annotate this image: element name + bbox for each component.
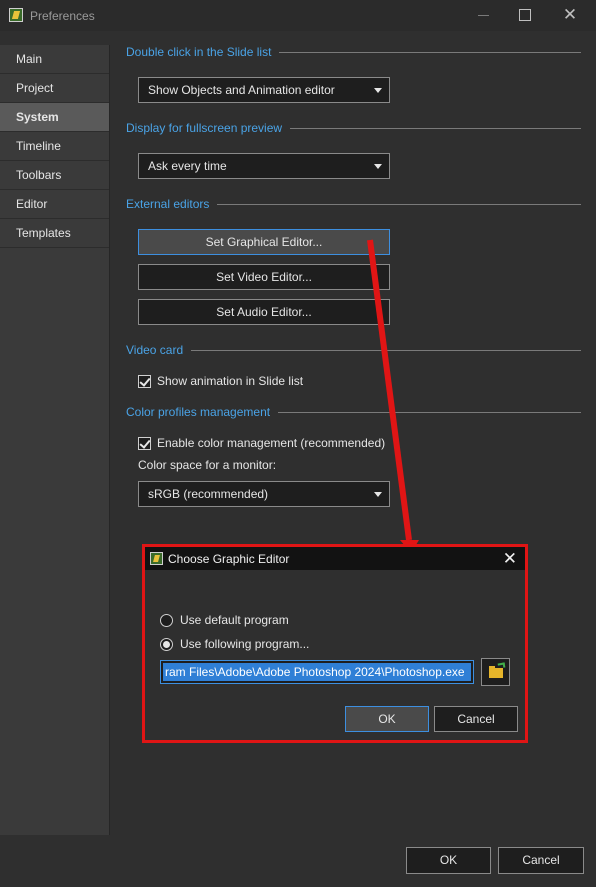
section-double-click: Double click in the Slide list xyxy=(126,45,581,59)
dialog-ok-button[interactable]: OK xyxy=(345,706,429,732)
divider xyxy=(279,51,581,53)
sidebar-item-timeline[interactable]: Timeline xyxy=(0,132,109,161)
section-header-double-click: Double click in the Slide list xyxy=(126,45,272,59)
section-fullscreen: Display for fullscreen preview xyxy=(126,121,581,135)
double-click-dropdown-value: Show Objects and Animation editor xyxy=(148,83,335,97)
enable-color-management-row[interactable]: Enable color management (recommended) xyxy=(138,436,385,450)
section-header-color-profiles: Color profiles management xyxy=(126,405,271,419)
use-default-program-label: Use default program xyxy=(180,613,289,627)
section-color-profiles: Color profiles management xyxy=(126,405,581,419)
choose-graphic-editor-dialog: Choose Graphic Editor ✕ Use default prog… xyxy=(142,544,528,743)
chevron-down-icon xyxy=(374,88,382,93)
sidebar-item-editor[interactable]: Editor xyxy=(0,190,109,219)
dialog-title: Choose Graphic Editor xyxy=(168,552,290,566)
use-following-program-option[interactable]: Use following program... xyxy=(160,637,309,651)
set-graphical-editor-button[interactable]: Set Graphical Editor... xyxy=(138,229,390,255)
title-bar: Preferences ✕ xyxy=(0,0,596,31)
use-default-program-option[interactable]: Use default program xyxy=(160,613,289,627)
window-title: Preferences xyxy=(30,9,95,23)
fullscreen-dropdown-value: Ask every time xyxy=(148,159,227,173)
chevron-down-icon xyxy=(374,164,382,169)
color-space-dropdown-value: sRGB (recommended) xyxy=(148,487,269,501)
close-icon[interactable]: ✕ xyxy=(558,4,582,26)
use-following-program-label: Use following program... xyxy=(180,637,310,651)
sidebar: Main Project System Timeline Toolbars Ed… xyxy=(0,45,110,835)
divider xyxy=(290,127,581,129)
divider xyxy=(278,411,581,413)
color-space-dropdown[interactable]: sRGB (recommended) xyxy=(138,481,390,507)
sidebar-item-templates[interactable]: Templates xyxy=(0,219,109,248)
app-icon xyxy=(9,8,23,22)
close-icon[interactable]: ✕ xyxy=(503,549,517,569)
chevron-down-icon xyxy=(374,492,382,497)
program-path-input[interactable]: ram Files\Adobe\Adobe Photoshop 2024\Pho… xyxy=(160,660,474,684)
use-default-program-radio[interactable] xyxy=(160,613,173,627)
fullscreen-dropdown[interactable]: Ask every time xyxy=(138,153,390,179)
enable-color-management-checkbox[interactable] xyxy=(138,436,151,450)
folder-icon-body xyxy=(489,668,503,678)
app-icon xyxy=(150,552,163,565)
sidebar-item-project[interactable]: Project xyxy=(0,74,109,103)
divider xyxy=(217,203,581,205)
browse-folder-button[interactable] xyxy=(481,658,510,686)
set-audio-editor-button[interactable]: Set Audio Editor... xyxy=(138,299,390,325)
set-video-editor-button[interactable]: Set Video Editor... xyxy=(138,264,390,290)
maximize-icon[interactable] xyxy=(513,4,537,26)
section-header-external-editors: External editors xyxy=(126,197,210,211)
use-following-program-radio[interactable] xyxy=(160,637,173,651)
sidebar-item-toolbars[interactable]: Toolbars xyxy=(0,161,109,190)
show-animation-checkbox-row[interactable]: Show animation in Slide list xyxy=(138,374,303,388)
section-video-card: Video card xyxy=(126,343,581,357)
double-click-dropdown[interactable]: Show Objects and Animation editor xyxy=(138,77,390,103)
section-external-editors: External editors xyxy=(126,197,581,211)
minimize-icon[interactable] xyxy=(472,4,496,26)
section-header-fullscreen: Display for fullscreen preview xyxy=(126,121,283,135)
enable-color-management-label: Enable color management (recommended) xyxy=(157,436,386,450)
show-animation-label: Show animation in Slide list xyxy=(157,374,304,388)
cancel-button[interactable]: Cancel xyxy=(498,847,584,874)
arrow-icon xyxy=(497,662,506,669)
dialog-cancel-button[interactable]: Cancel xyxy=(434,706,518,732)
dialog-title-bar: Choose Graphic Editor ✕ xyxy=(145,547,525,570)
sidebar-item-system[interactable]: System xyxy=(0,103,109,132)
section-header-video-card: Video card xyxy=(126,343,184,357)
show-animation-checkbox[interactable] xyxy=(138,374,151,388)
sidebar-item-main[interactable]: Main xyxy=(0,45,109,74)
ok-button[interactable]: OK xyxy=(406,847,491,874)
divider xyxy=(191,349,581,351)
color-space-label: Color space for a monitor: xyxy=(138,458,277,472)
program-path-value: ram Files\Adobe\Adobe Photoshop 2024\Pho… xyxy=(163,663,471,681)
